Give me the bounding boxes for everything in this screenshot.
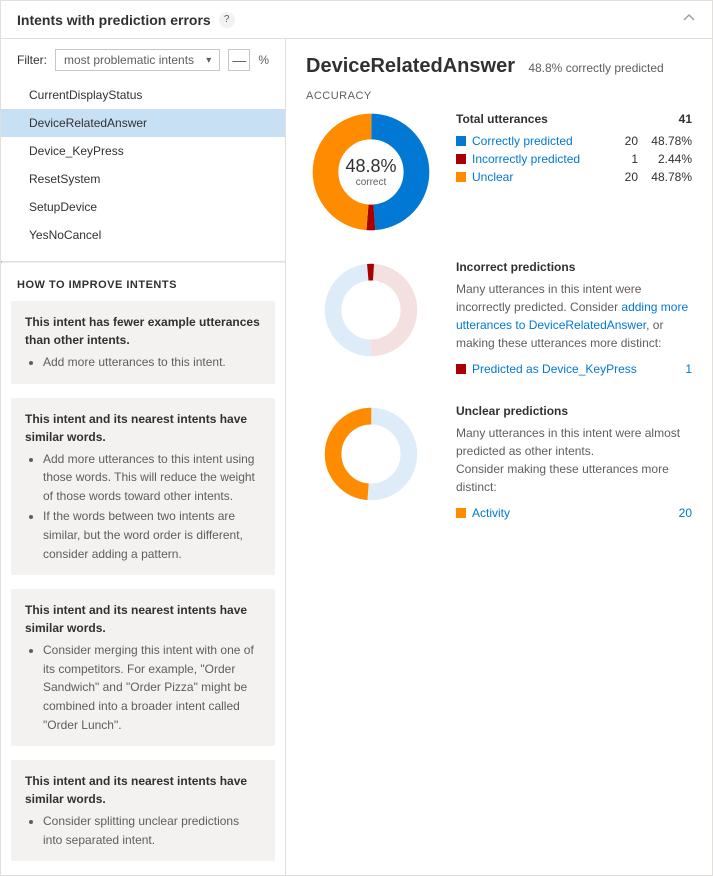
legend-pct: 48.78% bbox=[644, 170, 692, 184]
detail-header: DeviceRelatedAnswer 48.8% correctly pred… bbox=[306, 55, 692, 78]
incorrect-row: Incorrect predictions Many utterances in… bbox=[306, 260, 692, 376]
prediction-row: Predicted as Device_KeyPress 1 bbox=[456, 362, 692, 376]
tip-title: This intent and its nearest intents have… bbox=[25, 772, 261, 808]
intent-item[interactable]: ResetSystem bbox=[1, 165, 285, 193]
panel-header: Intents with prediction errors ? bbox=[1, 1, 712, 39]
panel-title-text: Intents with prediction errors bbox=[17, 12, 211, 28]
percent-label: % bbox=[258, 53, 269, 67]
accuracy-legend: Total utterances 41 Correctly predicted 2… bbox=[456, 112, 692, 186]
legend-row: Unclear 20 48.78% bbox=[456, 168, 692, 186]
chevron-down-icon: ▾ bbox=[206, 55, 211, 66]
tips-container: This intent has fewer example utterances… bbox=[1, 301, 285, 861]
tip-bullets: Consider merging this intent with one of… bbox=[25, 641, 261, 734]
incorrect-legend: Incorrect predictions Many utterances in… bbox=[456, 260, 692, 376]
legend-row: Incorrectly predicted 1 2.44% bbox=[456, 150, 692, 168]
pred-value[interactable]: 1 bbox=[662, 362, 692, 376]
pred-swatch bbox=[456, 508, 466, 518]
incorrect-title: Incorrect predictions bbox=[456, 260, 692, 274]
unclear-title: Unclear predictions bbox=[456, 404, 692, 418]
accuracy-donut: 48.8% correct bbox=[306, 112, 436, 232]
total-label: Total utterances bbox=[456, 112, 548, 126]
filter-dropdown-value: most problematic intents bbox=[64, 53, 194, 67]
accuracy-label: ACCURACY bbox=[306, 90, 692, 102]
filter-dropdown[interactable]: most problematic intents ▾ bbox=[55, 49, 220, 71]
accuracy-row: 48.8% correct Total utterances 41 Correc… bbox=[306, 112, 692, 232]
howto-header: HOW TO IMPROVE INTENTS bbox=[1, 263, 285, 301]
donut-percent: 48.8% bbox=[345, 156, 396, 177]
pred-label[interactable]: Predicted as Device_KeyPress bbox=[472, 362, 656, 376]
donut-center: 48.8% correct bbox=[345, 156, 396, 188]
tip-card: This intent and its nearest intents have… bbox=[11, 589, 275, 746]
intent-item[interactable]: SetupDevice bbox=[1, 193, 285, 221]
unclear-donut bbox=[306, 404, 436, 504]
legend-swatch bbox=[456, 154, 466, 164]
intent-item[interactable]: CurrentDisplayStatus bbox=[1, 81, 285, 109]
legend-pct: 48.78% bbox=[644, 134, 692, 148]
legend-label[interactable]: Unclear bbox=[472, 170, 602, 184]
pred-swatch bbox=[456, 364, 466, 374]
legend-label[interactable]: Correctly predicted bbox=[472, 134, 602, 148]
pred-value[interactable]: 20 bbox=[662, 506, 692, 520]
toggle-button[interactable]: — bbox=[228, 49, 250, 71]
filter-label: Filter: bbox=[17, 53, 47, 67]
incorrect-desc: Many utterances in this intent were inco… bbox=[456, 280, 692, 352]
legend-count: 1 bbox=[608, 152, 638, 166]
filter-row: Filter: most problematic intents ▾ — % bbox=[1, 39, 285, 77]
left-column: Filter: most problematic intents ▾ — % C… bbox=[1, 39, 286, 875]
panel-body: Filter: most problematic intents ▾ — % C… bbox=[1, 39, 712, 875]
tip-bullet: Consider splitting unclear predictions i… bbox=[43, 812, 261, 849]
tip-title: This intent has fewer example utterances… bbox=[25, 313, 261, 349]
legend-row: Correctly predicted 20 48.78% bbox=[456, 132, 692, 150]
legend-swatch bbox=[456, 172, 466, 182]
intent-item[interactable]: Device_KeyPress bbox=[1, 137, 285, 165]
donut-caption: correct bbox=[345, 177, 396, 188]
legend-count: 20 bbox=[608, 134, 638, 148]
detail-subtitle: 48.8% correctly predicted bbox=[528, 61, 663, 75]
legend-pct: 2.44% bbox=[644, 152, 692, 166]
tip-bullets: Add more utterances to this intent. bbox=[25, 353, 261, 372]
unclear-desc: Many utterances in this intent were almo… bbox=[456, 424, 692, 496]
prediction-row: Activity 20 bbox=[456, 506, 692, 520]
detail-title: DeviceRelatedAnswer bbox=[306, 55, 515, 78]
legend-count: 20 bbox=[608, 170, 638, 184]
incorrect-donut bbox=[306, 260, 436, 360]
tip-bullets: Consider splitting unclear predictions i… bbox=[25, 812, 261, 849]
help-icon[interactable]: ? bbox=[219, 12, 235, 28]
tip-card: This intent has fewer example utterances… bbox=[11, 301, 275, 384]
intents-panel: Intents with prediction errors ? Filter:… bbox=[0, 0, 713, 876]
tip-card: This intent and its nearest intents have… bbox=[11, 760, 275, 861]
tip-title: This intent and its nearest intents have… bbox=[25, 601, 261, 637]
unclear-row: Unclear predictions Many utterances in t… bbox=[306, 404, 692, 520]
intent-list: CurrentDisplayStatusDeviceRelatedAnswerD… bbox=[1, 77, 285, 261]
intent-item[interactable]: YesNoCancel bbox=[1, 221, 285, 249]
tip-bullet: Consider merging this intent with one of… bbox=[43, 641, 261, 734]
tip-bullet: Add more utterances to this intent. bbox=[43, 353, 261, 372]
tip-title: This intent and its nearest intents have… bbox=[25, 410, 261, 446]
pred-label[interactable]: Activity bbox=[472, 506, 656, 520]
tip-bullet: Add more utterances to this intent using… bbox=[43, 450, 261, 506]
collapse-icon[interactable] bbox=[682, 11, 696, 28]
total-value: 41 bbox=[679, 112, 692, 126]
right-column: DeviceRelatedAnswer 48.8% correctly pred… bbox=[286, 39, 712, 875]
tip-card: This intent and its nearest intents have… bbox=[11, 398, 275, 576]
tip-bullets: Add more utterances to this intent using… bbox=[25, 450, 261, 564]
panel-title: Intents with prediction errors ? bbox=[17, 12, 235, 28]
legend-label[interactable]: Incorrectly predicted bbox=[472, 152, 602, 166]
tip-bullet: If the words between two intents are sim… bbox=[43, 507, 261, 563]
legend-swatch bbox=[456, 136, 466, 146]
unclear-legend: Unclear predictions Many utterances in t… bbox=[456, 404, 692, 520]
intent-item[interactable]: DeviceRelatedAnswer bbox=[1, 109, 285, 137]
total-row: Total utterances 41 bbox=[456, 112, 692, 126]
